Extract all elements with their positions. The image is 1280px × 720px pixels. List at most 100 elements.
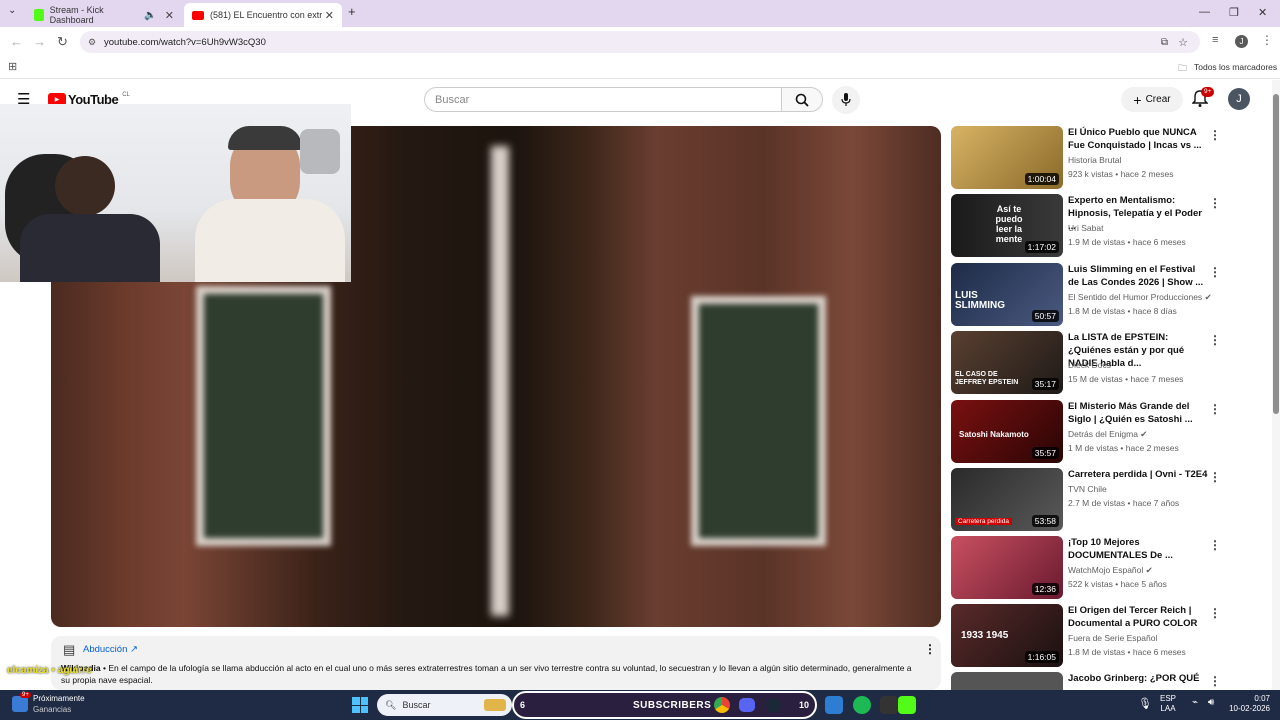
duration-badge: 50:57 — [1031, 310, 1059, 322]
channel-name[interactable]: Historia Brutal — [1068, 155, 1121, 165]
verified-icon: ✔ — [1140, 429, 1148, 439]
duration-badge: 1:17:02 — [1024, 241, 1059, 253]
video-title[interactable]: Carretera perdida | Ovni - T2E4 — [1068, 468, 1208, 481]
window-close-icon[interactable]: ✕ — [1258, 6, 1267, 19]
search-placeholder: Buscar — [435, 93, 470, 106]
video-thumbnail[interactable]: 12:36 — [951, 536, 1063, 599]
more-options-icon[interactable]: ⋮ — [1209, 402, 1221, 416]
chrome-icon[interactable] — [714, 697, 730, 713]
voice-search-button[interactable] — [832, 86, 860, 114]
video-thumbnail[interactable]: LUIS SLIMMING 50:57 — [951, 263, 1063, 326]
more-options-icon[interactable]: ⋮ — [1209, 196, 1221, 210]
recommendation-item[interactable]: Así te puedo leer la mente 1:17:02 Exper… — [951, 194, 1241, 257]
site-info-icon[interactable]: ⚙ — [88, 37, 96, 48]
new-tab-icon[interactable]: + — [348, 4, 356, 19]
speaker-icon: 🔈 — [144, 9, 157, 21]
channel-name[interactable]: TVN Chile — [1068, 484, 1107, 494]
channel-name[interactable]: Detrás del Enigma ✔ — [1068, 429, 1147, 440]
network-icon[interactable]: ⌁ — [1192, 697, 1198, 708]
channel-name[interactable]: El Sentido del Humor Producciones ✔ — [1068, 292, 1212, 303]
more-options-icon[interactable]: ⋮ — [1209, 128, 1221, 142]
video-thumbnail[interactable]: EL CASO DE JEFFREY EPSTEIN 35:17 — [951, 331, 1063, 394]
volume-icon[interactable]: 🔊︎ — [1208, 697, 1214, 708]
recommendation-item[interactable]: LUIS SLIMMING 50:57 Luis Slimming en el … — [951, 263, 1241, 326]
close-icon[interactable]: ✕ — [325, 9, 334, 22]
profile-avatar[interactable]: J — [1235, 35, 1248, 48]
kick-icon[interactable] — [898, 696, 916, 714]
all-bookmarks-link[interactable]: Todos los marcadores — [1194, 62, 1277, 72]
recommendation-item[interactable]: Carretera perdida 53:58 Carretera perdid… — [951, 468, 1241, 531]
close-icon[interactable]: ✕ — [165, 9, 174, 22]
channel-name[interactable]: Fuera de Serie Español — [1068, 633, 1157, 643]
video-thumbnail[interactable] — [951, 672, 1063, 690]
more-options-icon[interactable]: ⋮ — [1209, 674, 1221, 688]
recommendation-item[interactable]: Satoshi Nakamoto 35:57 El Misterio Más G… — [951, 400, 1241, 463]
taskbar-search[interactable]: 🔍︎ Buscar — [377, 694, 512, 716]
microphone-tray-icon[interactable]: 🎙︎ — [1138, 697, 1152, 710]
video-title[interactable]: El Misterio Más Grande del Siglo | ¿Quié… — [1068, 400, 1208, 426]
more-options-icon[interactable]: ⋮ — [1209, 265, 1221, 279]
video-thumbnail[interactable]: Satoshi Nakamoto 35:57 — [951, 400, 1063, 463]
video-title[interactable]: El Único Pueblo que NUNCA Fue Conquistad… — [1068, 126, 1208, 152]
tab-kick-dashboard[interactable]: Stream - Kick Dashboard 🔈 ✕ — [26, 3, 182, 27]
scrollbar-thumb[interactable] — [1273, 94, 1279, 414]
url-field[interactable]: ⚙ youtube.com/watch?v=6Uh9vW3cQ30 ⧉ ☆ — [80, 31, 1200, 53]
windows-start-icon[interactable] — [352, 697, 368, 713]
media-control-icon[interactable]: ≡ — [1212, 34, 1218, 46]
recommendation-item[interactable]: 1:00:04 El Único Pueblo que NUNCA Fue Co… — [951, 126, 1241, 189]
more-options-icon[interactable]: ⋮ — [1209, 538, 1221, 552]
info-text: Wikipedia • En el campo de la ufología s… — [61, 663, 912, 685]
restore-icon[interactable]: ❐ — [1229, 6, 1239, 19]
recommendation-item[interactable]: 12:36 ¡Top 10 Mejores DOCUMENTALES De ..… — [951, 536, 1241, 599]
bookmarks-bar: ⊞ 🗀 Todos los marcadores — [0, 57, 1280, 79]
back-icon[interactable]: ← — [10, 34, 23, 49]
video-title[interactable]: Luis Slimming en el Festival de Las Cond… — [1068, 263, 1208, 289]
apps-grid-icon[interactable]: ⊞ — [8, 60, 17, 73]
chair-back-right — [300, 129, 340, 174]
steam-icon[interactable] — [766, 698, 781, 713]
duration-badge: 1:16:05 — [1024, 651, 1059, 663]
search-button[interactable] — [781, 87, 823, 112]
recommendation-item[interactable]: 1933 1945 1:16:05 El Origen del Tercer R… — [951, 604, 1241, 667]
clock[interactable]: 0:07 10-02-2026 — [1224, 694, 1270, 714]
more-options-icon[interactable]: ⋮ — [1209, 606, 1221, 620]
channel-name[interactable]: Dieck Docs — [1068, 360, 1111, 370]
weather-widget[interactable]: 9+ Próximamente Ganancias — [10, 692, 100, 716]
video-thumbnail[interactable]: 1933 1945 1:16:05 — [951, 604, 1063, 667]
info-menu-icon[interactable]: ⋮ — [924, 642, 936, 656]
install-icon[interactable]: ⧉ — [1161, 37, 1168, 48]
tab-youtube-video[interactable]: (581) EL Encuentro con extrater ✕ — [184, 3, 342, 27]
forward-icon[interactable]: → — [33, 34, 46, 49]
more-options-icon[interactable]: ⋮ — [1209, 470, 1221, 484]
video-thumbnail[interactable]: Así te puedo leer la mente 1:17:02 — [951, 194, 1063, 257]
discord-icon[interactable] — [739, 698, 755, 712]
notifications-button[interactable]: 9+ — [1191, 87, 1215, 113]
video-title[interactable]: ¡Top 10 Mejores DOCUMENTALES De ... — [1068, 536, 1208, 562]
channel-name[interactable]: WatchMojo Español ✔ — [1068, 565, 1153, 576]
bookmark-star-icon[interactable]: ☆ — [1178, 36, 1188, 49]
language-indicator[interactable]: ESP LAA — [1160, 694, 1176, 714]
page-scrollbar[interactable] — [1272, 80, 1280, 690]
video-title[interactable]: Jacobo Grinberg: ¿POR QUÉ ... — [1068, 672, 1208, 690]
video-thumbnail[interactable]: 1:00:04 — [951, 126, 1063, 189]
recommendation-item[interactable]: Jacobo Grinberg: ¿POR QUÉ ... ⋮ — [951, 672, 1241, 690]
info-title-link[interactable]: Abducción ↗ — [83, 644, 138, 655]
app-icon[interactable] — [825, 696, 843, 714]
taskbar-search-label: Buscar — [402, 700, 431, 710]
duration-badge: 1:00:04 — [1024, 173, 1059, 185]
reload-icon[interactable]: ↻ — [57, 34, 68, 50]
minimize-icon[interactable]: — — [1199, 6, 1210, 18]
recommendation-item[interactable]: EL CASO DE JEFFREY EPSTEIN 35:17 La LIST… — [951, 331, 1241, 394]
search-input[interactable]: Buscar — [424, 87, 782, 112]
search-highlight-icon — [484, 699, 506, 711]
tab-search-icon[interactable]: ⌄ — [8, 5, 16, 16]
create-button[interactable]: + Crear — [1121, 87, 1183, 112]
obs-icon[interactable] — [880, 696, 898, 714]
video-title[interactable]: El Origen del Tercer Reich | Documental … — [1068, 604, 1208, 630]
browser-menu-icon[interactable]: ⋮ — [1261, 33, 1273, 47]
video-thumbnail[interactable]: Carretera perdida 53:58 — [951, 468, 1063, 531]
account-avatar[interactable]: J — [1228, 88, 1250, 110]
spotify-icon[interactable] — [853, 696, 871, 714]
channel-name[interactable]: Uri Sabat — [1068, 223, 1103, 233]
more-options-icon[interactable]: ⋮ — [1209, 333, 1221, 347]
